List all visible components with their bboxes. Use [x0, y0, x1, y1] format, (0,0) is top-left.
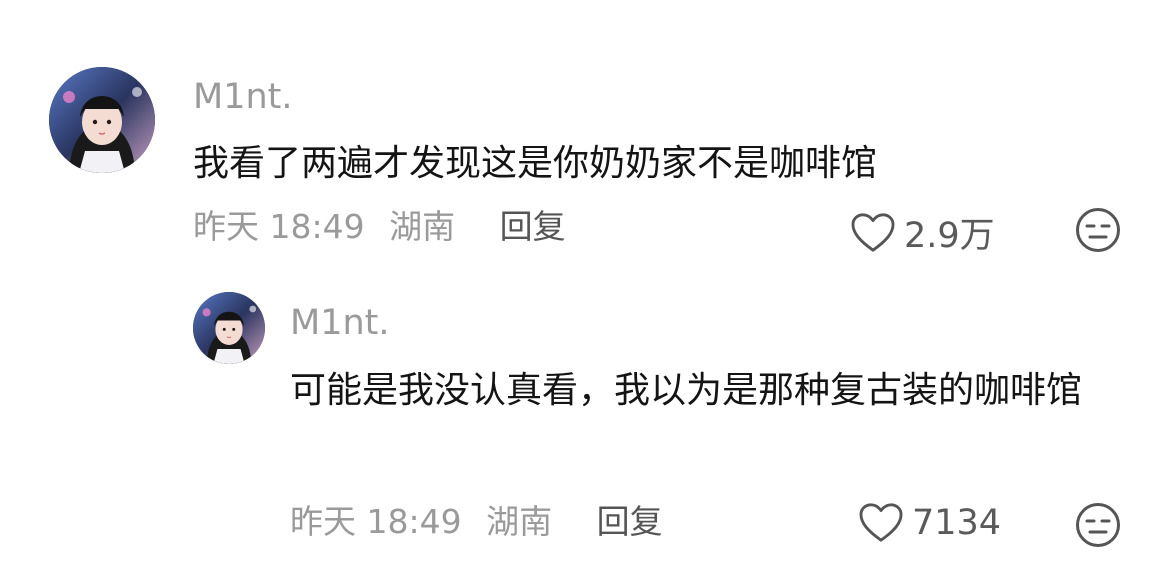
like-button[interactable]: 7134	[858, 502, 1001, 544]
timestamp: 昨天 18:49	[290, 502, 462, 541]
like-count: 7134	[912, 503, 1002, 543]
unamused-face-icon	[1076, 208, 1120, 252]
heart-outline-icon	[851, 212, 895, 252]
like-button[interactable]: 2.9万	[850, 207, 995, 258]
avatar[interactable]	[49, 67, 155, 173]
dislike-button[interactable]	[1075, 207, 1121, 253]
unamused-face-icon	[1076, 503, 1120, 547]
dislike-button[interactable]	[1075, 502, 1121, 548]
like-count: 2.9万	[904, 216, 995, 256]
comment-text: 我看了两遍才发现这是你奶奶家不是咖啡馆	[193, 143, 878, 184]
avatar[interactable]	[193, 292, 265, 364]
username[interactable]: M1nt.	[193, 77, 293, 117]
location: 湖南	[389, 207, 456, 246]
comment-text: 可能是我没认真看，我以为是那种复古装的咖啡馆	[290, 370, 1083, 411]
comment-item: M1nt. 我看了两遍才发现这是你奶奶家不是咖啡馆 昨天 18:49 湖南 回复…	[0, 0, 1170, 270]
location: 湖南	[486, 502, 553, 541]
reply-button[interactable]: 回复	[500, 207, 566, 247]
username[interactable]: M1nt.	[290, 303, 390, 343]
reply-comment-item: M1nt. 可能是我没认真看，我以为是那种复古装的咖啡馆 昨天 18:49 湖南…	[0, 270, 1170, 565]
timestamp: 昨天 18:49	[193, 207, 365, 246]
reply-button[interactable]: 回复	[597, 502, 663, 542]
heart-outline-icon	[859, 503, 903, 542]
comment-meta: 昨天 18:49 湖南 回复	[290, 502, 663, 542]
avatar-image	[49, 67, 155, 173]
comment-meta: 昨天 18:49 湖南 回复	[193, 207, 566, 247]
avatar-image	[193, 292, 265, 364]
